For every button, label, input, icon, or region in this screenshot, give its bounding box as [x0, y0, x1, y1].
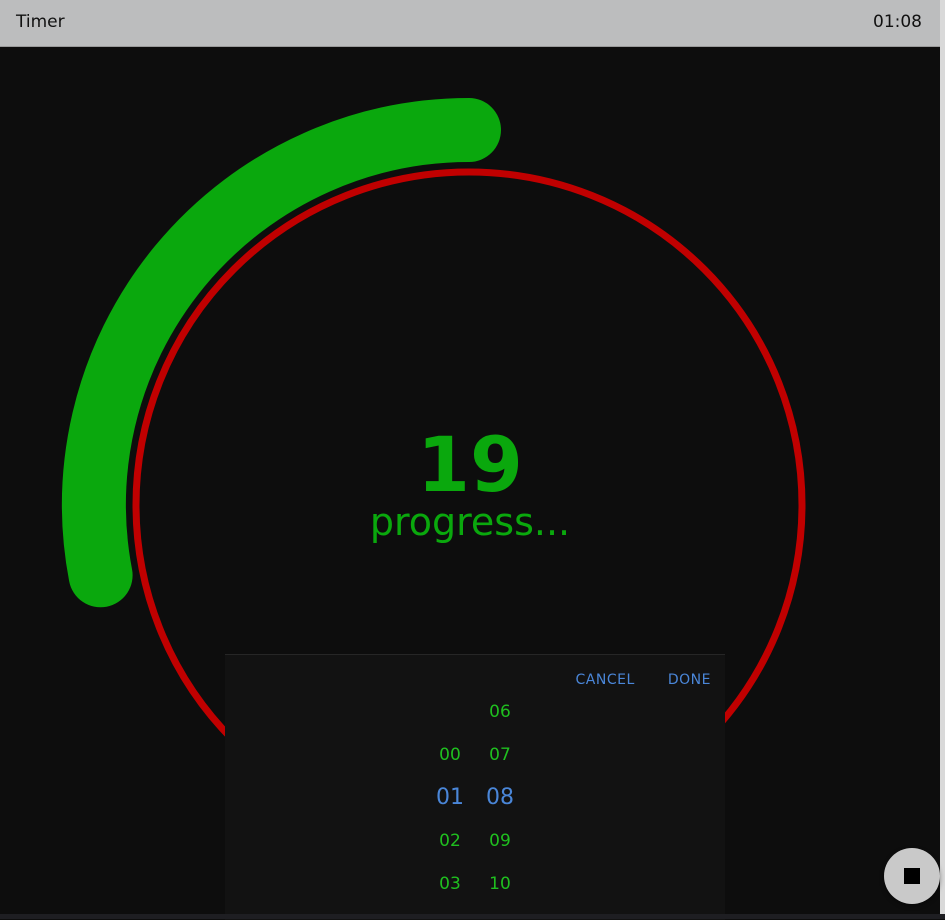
timer-value: 19 [417, 420, 523, 509]
minutes-option[interactable]: 06 [475, 697, 525, 727]
stop-button[interactable] [884, 848, 940, 904]
minutes-option[interactable]: 07 [475, 740, 525, 770]
minutes-option-selected[interactable]: 08 [475, 783, 525, 813]
done-button[interactable]: DONE [668, 672, 711, 688]
hours-option[interactable]: 00 [425, 740, 475, 770]
cancel-button[interactable]: CANCEL [576, 672, 635, 688]
picker-actions: CANCEL DONE [548, 669, 711, 688]
hours-option-selected[interactable]: 01 [425, 783, 475, 813]
timer-readout: 19 progress... [300, 420, 640, 542]
minutes-option[interactable]: 09 [475, 826, 525, 856]
minutes-option[interactable]: 10 [475, 869, 525, 899]
timer-status: progress... [369, 500, 571, 544]
bottom-edge [0, 914, 945, 919]
hours-option[interactable] [425, 697, 475, 727]
time-picker[interactable]: CANCEL DONE 00 01 02 03 06 07 08 09 10 [225, 654, 725, 920]
hours-option[interactable]: 03 [425, 869, 475, 899]
stop-icon [904, 868, 920, 884]
hours-option[interactable]: 02 [425, 826, 475, 856]
